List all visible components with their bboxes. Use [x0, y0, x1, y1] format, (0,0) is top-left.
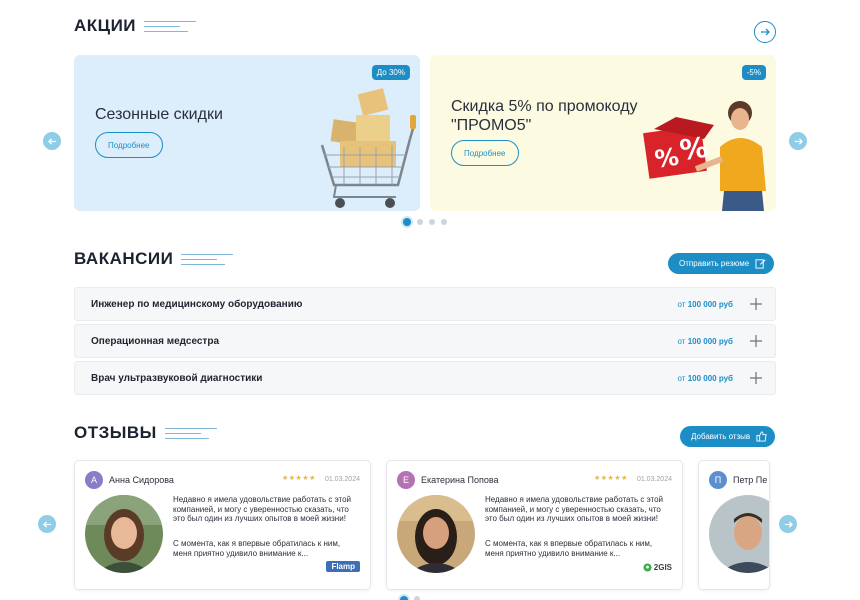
title-decoration [181, 253, 237, 265]
salary-value: 100 000 руб [687, 299, 733, 309]
vacancy-row[interactable]: Врач ультразвуковой диагностики от 100 0… [74, 361, 776, 395]
salary-prefix: от [677, 373, 686, 383]
vacancy-title: Врач ультразвуковой диагностики [91, 372, 263, 384]
promotions-header: АКЦИИ [74, 16, 200, 36]
vacancies-title: ВАКАНСИИ [74, 249, 174, 268]
reviewer-name: Екатерина Попова [421, 475, 499, 485]
avatar: А [85, 471, 103, 489]
promo-card-promocode[interactable]: Скидка 5% по промокоду "ПРОМО5" Подробне… [430, 55, 776, 211]
avatar: П [709, 471, 727, 489]
source-name: Flamp [331, 562, 355, 571]
pagination-dot[interactable] [414, 596, 420, 600]
thumbs-up-icon [756, 431, 767, 442]
send-resume-button[interactable]: Отправить резюме [668, 253, 775, 274]
add-review-label: Добавить отзыв [691, 432, 751, 441]
reviews-header: ОТЗЫВЫ [74, 423, 221, 443]
review-date: 01.03.2024 [324, 476, 360, 483]
review-date: 01.03.2024 [636, 476, 672, 483]
star-rating-icon: ★★★★★ [594, 475, 628, 482]
reviewer-photo [85, 495, 163, 573]
pagination-dot[interactable] [400, 596, 408, 600]
arrow-right-icon [794, 137, 803, 145]
salary-prefix: от [677, 336, 686, 346]
promo-details-button[interactable]: Подробнее [95, 132, 163, 158]
edit-document-icon [755, 259, 766, 269]
flamp-logo: Flamp [326, 561, 360, 572]
promo-title-line: Скидка 5% по промокоду [451, 98, 638, 115]
pagination-dot[interactable] [429, 219, 435, 225]
salary-prefix: от [677, 299, 686, 309]
pagination-dot[interactable] [403, 218, 411, 226]
reviewer-photo [709, 495, 769, 573]
reviews-title: ОТЗЫВЫ [74, 423, 157, 442]
vacancy-salary: от 100 000 руб [678, 374, 733, 383]
promo-pagination [403, 218, 447, 226]
vacancy-row[interactable]: Операционная медсестра от 100 000 руб [74, 324, 776, 358]
promo-title: Сезонные скидки [95, 106, 223, 123]
review-text: Недавно я имела удовольствие работать с … [485, 495, 664, 523]
expand-plus-icon[interactable] [749, 371, 763, 385]
promotions-next-button[interactable] [754, 21, 776, 43]
star-rating-icon: ★★★★★ [282, 475, 316, 482]
add-review-button[interactable]: Добавить отзыв [680, 426, 776, 447]
map-pin-icon [643, 563, 652, 572]
vacancy-title: Операционная медсестра [91, 335, 220, 347]
title-decoration [144, 20, 200, 32]
svg-text:%: % [678, 131, 710, 168]
review-card: П Петр Пе [698, 460, 770, 590]
expand-plus-icon[interactable] [749, 297, 763, 311]
vacancy-title: Инженер по медицинскому оборудованию [91, 298, 303, 310]
pagination-dot[interactable] [441, 219, 447, 225]
discount-badge: -5% [741, 65, 766, 80]
promo-title-line: "ПРОМО5" [451, 117, 532, 134]
arrow-left-icon [42, 520, 51, 528]
review-card: А Анна Сидорова ★★★★★ 01.03.2024 Недавно… [74, 460, 371, 590]
reviews-next-button[interactable] [779, 515, 797, 533]
svg-text:%: % [653, 143, 681, 174]
page: АКЦИИ Сезонные скидки Подробнее До 30% С… [0, 0, 860, 600]
promo-details-button[interactable]: Подробнее [451, 140, 519, 166]
reviewer-name: Петр Пе [733, 475, 768, 485]
arrow-right-icon [761, 28, 770, 36]
vacancy-salary: от 100 000 руб [678, 300, 733, 309]
pagination-dot[interactable] [417, 219, 423, 225]
discount-badge: До 30% [371, 65, 410, 80]
reviewer-photo [397, 495, 475, 573]
reviews-pagination [400, 596, 420, 600]
title-decoration [164, 427, 221, 439]
promo-prev-button[interactable] [43, 132, 61, 150]
send-resume-label: Отправить резюме [679, 259, 750, 268]
promo-next-button[interactable] [789, 132, 807, 150]
review-card: Е Екатерина Попова ★★★★★ 01.03.2024 Неда… [386, 460, 683, 590]
arrow-left-icon [47, 137, 56, 145]
source-name: 2GIS [653, 563, 672, 572]
review-text: С момента, как я впервые обратилась к ни… [485, 539, 653, 558]
arrow-right-icon [784, 520, 793, 528]
promotions-title: АКЦИИ [74, 16, 137, 35]
salary-value: 100 000 руб [687, 373, 733, 383]
review-text: С момента, как я впервые обратилась к ни… [173, 539, 341, 558]
expand-plus-icon[interactable] [749, 334, 763, 348]
woman-with-percent-box-illustration: % % [643, 101, 766, 211]
reviews-prev-button[interactable] [38, 515, 56, 533]
promo-card-seasonal[interactable]: Сезонные скидки Подробнее До 30% [74, 55, 420, 211]
avatar: Е [397, 471, 415, 489]
vacancy-salary: от 100 000 руб [678, 337, 733, 346]
2gis-logo: 2GIS [643, 563, 672, 572]
review-text: Недавно я имела удовольствие работать с … [173, 495, 352, 523]
vacancies-header: ВАКАНСИИ [74, 249, 237, 269]
vacancy-row[interactable]: Инженер по медицинскому оборудованию от … [74, 287, 776, 321]
salary-value: 100 000 руб [687, 336, 733, 346]
shopping-cart-illustration [320, 88, 416, 208]
reviewer-name: Анна Сидорова [109, 475, 174, 485]
promo-title: Скидка 5% по промокоду "ПРОМО5" [451, 97, 638, 135]
